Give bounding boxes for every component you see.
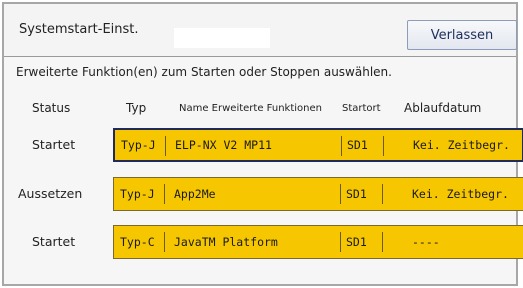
column-header-name: Name Erweiterte Funktionen bbox=[179, 103, 322, 114]
column-separator bbox=[382, 232, 383, 252]
column-header-status: Status bbox=[32, 101, 71, 115]
row-status: Startet bbox=[32, 137, 76, 152]
row-expiry: Kei. Zeitbegr. bbox=[412, 187, 509, 201]
row-type: Typ-J bbox=[120, 187, 155, 201]
system-start-settings-panel: Systemstart-Einst. Verlassen Erweiterte … bbox=[2, 2, 523, 286]
row-function-name: JavaTM Platform bbox=[174, 235, 278, 249]
row-function-name: App2Me bbox=[174, 187, 216, 201]
row-type: Typ-J bbox=[121, 138, 156, 152]
column-separator bbox=[340, 232, 341, 252]
column-separator bbox=[165, 136, 166, 156]
row-status: Startet bbox=[32, 234, 76, 249]
column-header-type: Typ bbox=[126, 101, 147, 115]
column-separator bbox=[341, 136, 342, 156]
column-separator bbox=[164, 232, 165, 252]
header-bar: Systemstart-Einst. Verlassen bbox=[4, 4, 517, 56]
row-start-location: SD1 bbox=[346, 235, 367, 249]
row-start-location: SD1 bbox=[347, 138, 368, 152]
screen-title: Systemstart-Einst. bbox=[19, 22, 139, 37]
table-row[interactable]: Typ-J App2Me SD1 Kei. Zeitbegr. bbox=[113, 177, 523, 211]
row-expiry: Kei. Zeitbegr. bbox=[413, 138, 510, 152]
row-type: Typ-C bbox=[120, 235, 155, 249]
column-separator bbox=[382, 184, 383, 204]
column-separator bbox=[164, 184, 165, 204]
row-status: Aussetzen bbox=[18, 186, 83, 201]
table-row[interactable]: Typ-J ELP-NX V2 MP11 SD1 Kei. Zeitbegr. bbox=[113, 128, 523, 162]
exit-button[interactable]: Verlassen bbox=[407, 20, 517, 50]
header-divider bbox=[4, 56, 516, 57]
column-separator bbox=[340, 184, 341, 204]
row-function-name: ELP-NX V2 MP11 bbox=[175, 138, 272, 152]
instruction-text: Erweiterte Funktion(en) zum Starten oder… bbox=[16, 65, 392, 79]
column-header-start: Startort bbox=[342, 103, 381, 114]
title-field-blank bbox=[174, 28, 270, 48]
row-expiry: ---- bbox=[412, 235, 440, 249]
column-separator bbox=[383, 136, 384, 156]
row-start-location: SD1 bbox=[346, 187, 367, 201]
column-header-expiry: Ablaufdatum bbox=[404, 101, 482, 115]
table-row[interactable]: Typ-C JavaTM Platform SD1 ---- bbox=[113, 225, 523, 259]
